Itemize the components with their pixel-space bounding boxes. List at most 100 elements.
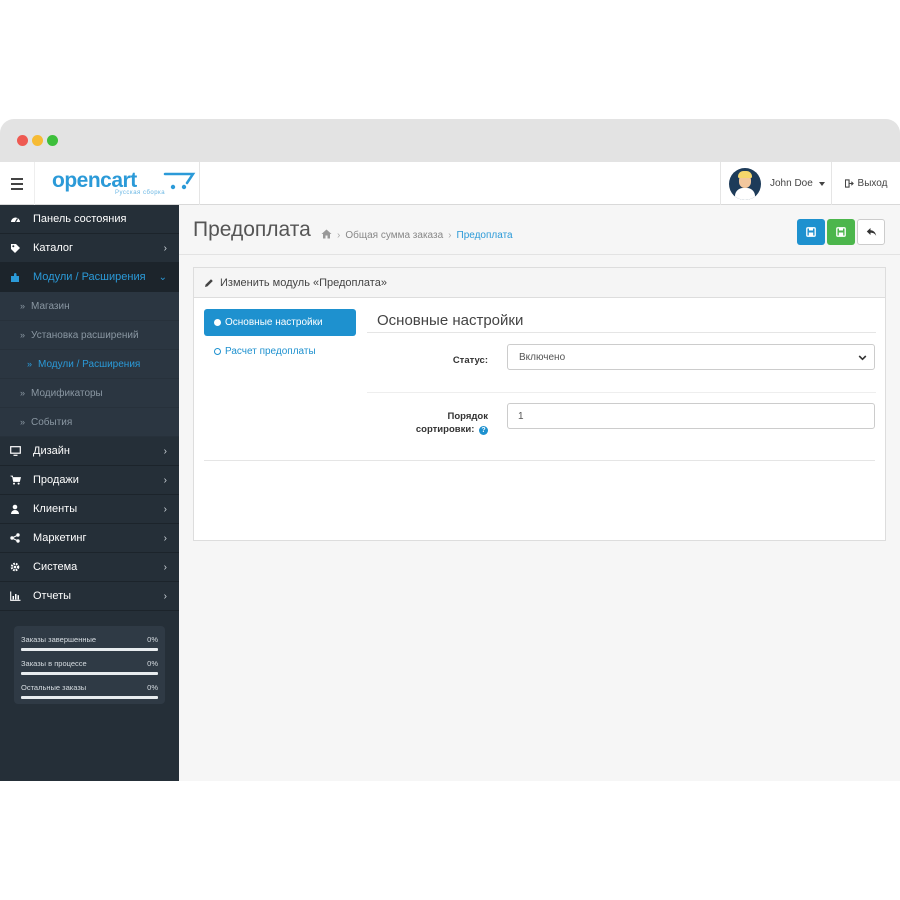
chevron-right-icon: › (163, 243, 167, 254)
status-row: Статус: Включено (367, 333, 876, 393)
maximize-window-dot[interactable] (47, 135, 58, 146)
sort-order-label-line1: Порядок (447, 411, 488, 422)
sidebar-item-label: Система (33, 561, 78, 573)
save-button[interactable] (797, 219, 825, 245)
tag-icon (9, 242, 21, 254)
sidebar-item-label: Дизайн (33, 445, 70, 457)
sidebar-item-extensions[interactable]: Модули / Расширения ⌄ (0, 263, 179, 292)
breadcrumb-item[interactable]: Общая сумма заказа (345, 230, 443, 241)
panel-heading: Изменить модуль «Предоплата» (194, 268, 885, 298)
sidebar-item-dashboard[interactable]: Панель состояния (0, 205, 179, 234)
avatar (729, 167, 761, 200)
stat-value: 0% (147, 683, 158, 692)
status-value: Включено (519, 351, 566, 363)
home-icon[interactable] (321, 229, 332, 242)
chevron-down-icon (858, 355, 867, 361)
page-header: Предоплата › Общая сумма заказа › Предоп… (179, 205, 900, 255)
radio-circle-icon (214, 348, 221, 355)
sidebar-subitem-modifications[interactable]: » Модификаторы (0, 379, 179, 408)
logo-subtitle: Русская сборка (115, 190, 166, 196)
status-select[interactable]: Включено (507, 344, 875, 370)
chevron-right-icon: › (163, 504, 167, 515)
floppy-icon (806, 227, 816, 237)
breadcrumb: › Общая сумма заказа › Предоплата (321, 229, 513, 242)
stat-value: 0% (147, 659, 158, 668)
panel-title: Изменить модуль «Предоплата» (220, 276, 387, 289)
sidebar-item-label: Продажи (33, 474, 79, 486)
stat-row: Остальные заказы 0% (21, 680, 158, 704)
cart-logo-icon (163, 172, 196, 190)
stat-progress-bar (21, 672, 158, 675)
sidebar-item-system[interactable]: Система › (0, 553, 179, 582)
chevron-down-icon: ⌄ (158, 272, 167, 283)
sidebar-item-customers[interactable]: Клиенты › (0, 495, 179, 524)
chevron-right-icon: › (163, 446, 167, 457)
module-edit-panel: Изменить модуль «Предоплата» Основные на… (193, 267, 886, 541)
sidebar-item-sales[interactable]: Продажи › (0, 466, 179, 495)
pencil-icon (205, 278, 213, 287)
sidebar-item-marketing[interactable]: Маркетинг › (0, 524, 179, 553)
back-button[interactable] (857, 219, 885, 245)
chevron-right-icon: › (163, 562, 167, 573)
breadcrumb-item[interactable]: Предоплата (457, 230, 513, 241)
sort-order-row: Порядок сортировки: ? 1 (367, 393, 876, 457)
settings-tabs: Основные настройки Расчет предоплаты (204, 309, 356, 367)
close-window-dot[interactable] (17, 135, 28, 146)
window-chrome (0, 119, 900, 162)
reply-icon (866, 228, 876, 236)
order-stats: Заказы завершенные 0% Заказы в процессе … (14, 626, 165, 704)
stat-label: Заказы в процессе (21, 659, 87, 668)
section-legend: Основные настройки (367, 309, 876, 333)
tab-prepayment-calc[interactable]: Расчет предоплаты (204, 338, 356, 365)
caret-down-icon (818, 181, 825, 186)
logo[interactable]: opencart Русская сборка (34, 162, 200, 205)
sidebar-item-label: Модули / Расширения (33, 271, 146, 283)
stat-label: Заказы завершенные (21, 635, 97, 644)
sidebar: Панель состояния Каталог › Модули / Расш… (0, 205, 179, 781)
sidebar-item-catalog[interactable]: Каталог › (0, 234, 179, 263)
dashboard-icon (9, 213, 21, 225)
sidebar-item-label: Каталог (33, 242, 73, 254)
main-content: Предоплата › Общая сумма заказа › Предоп… (179, 205, 900, 781)
stat-value: 0% (147, 635, 158, 644)
puzzle-icon (9, 271, 21, 283)
user-icon (9, 503, 21, 515)
sidebar-subitem-events[interactable]: » События (0, 408, 179, 437)
sidebar-subitem-installer[interactable]: » Установка расширений (0, 321, 179, 350)
browser-window: opencart Русская сборка John Doe Выход П… (0, 119, 900, 781)
logout-button[interactable]: Выход (832, 162, 900, 205)
sidebar-item-design[interactable]: Дизайн › (0, 437, 179, 466)
share-icon (9, 532, 21, 544)
stat-progress-bar (21, 648, 158, 651)
user-menu[interactable]: John Doe (720, 162, 832, 205)
stat-label: Остальные заказы (21, 683, 87, 692)
sort-order-label: Порядок сортировки: ? (416, 410, 488, 436)
help-icon[interactable]: ? (479, 426, 488, 435)
stat-row: Заказы завершенные 0% (21, 632, 158, 656)
sidebar-subitem-label: Установка расширений (31, 329, 139, 341)
cart-icon (9, 474, 21, 486)
chevron-right-icon: › (163, 475, 167, 486)
divider (204, 460, 875, 461)
bar-chart-icon (9, 590, 21, 602)
tab-label: Расчет предоплаты (225, 346, 316, 357)
sidebar-subitem-label: Модификаторы (31, 387, 103, 399)
sidebar-subitem-modules[interactable]: » Модули / Расширения (0, 350, 179, 379)
sidebar-item-reports[interactable]: Отчеты › (0, 582, 179, 611)
chevron-right-icon: › (163, 591, 167, 602)
sort-order-input[interactable]: 1 (507, 403, 875, 429)
sign-out-icon (844, 179, 854, 188)
user-name: John Doe (770, 178, 813, 189)
save-stay-button[interactable] (827, 219, 855, 245)
tab-general-settings[interactable]: Основные настройки (204, 309, 356, 336)
sidebar-item-label: Клиенты (33, 503, 78, 515)
sidebar-subitem-store[interactable]: » Магазин (0, 292, 179, 321)
logout-label: Выход (857, 178, 888, 189)
stat-progress-bar (21, 696, 158, 699)
gear-icon (9, 561, 21, 573)
minimize-window-dot[interactable] (32, 135, 43, 146)
monitor-icon (9, 445, 21, 457)
menu-toggle-icon[interactable] (0, 162, 34, 205)
sidebar-item-label: Панель состояния (33, 213, 127, 225)
sidebar-subitem-label: Модули / Расширения (38, 358, 141, 370)
